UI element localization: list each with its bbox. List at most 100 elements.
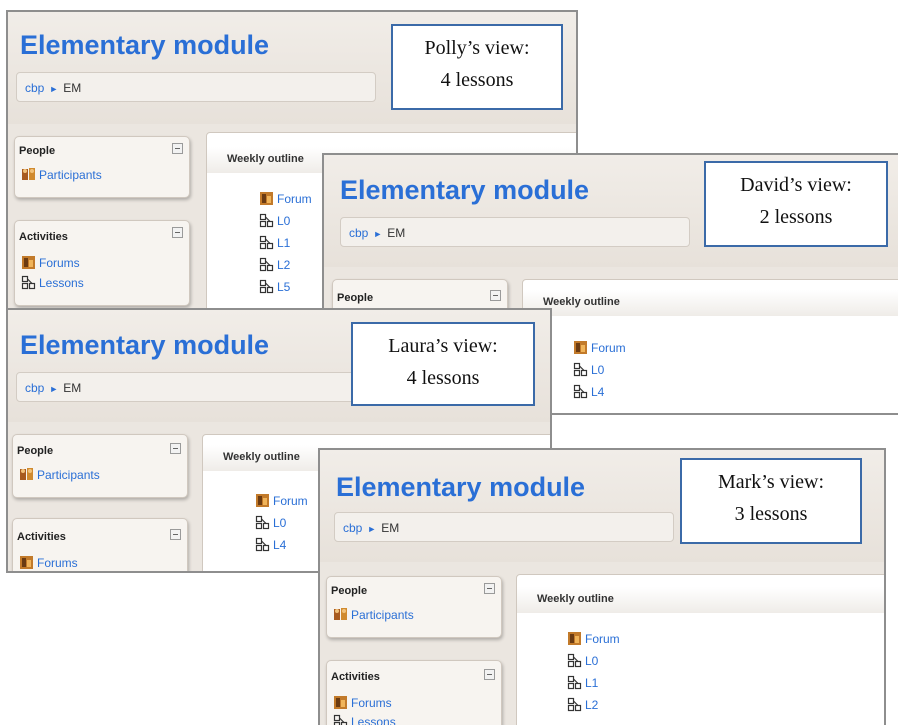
breadcrumb: cbp ► EM (340, 217, 690, 247)
activities-block: Activities Forums (12, 518, 188, 571)
block-title: Activities (331, 671, 380, 683)
outline-lesson-link[interactable]: L1 (259, 235, 290, 250)
view-label-name: Mark’s view: (717, 471, 825, 493)
breadcrumb-current: EM (63, 381, 82, 395)
outline-lesson-link[interactable]: L2 (259, 257, 290, 272)
breadcrumb-arrow-icon: ► (49, 84, 59, 94)
lesson-icon (567, 697, 583, 712)
forum-icon (567, 631, 583, 646)
view-label-count: 3 lessons (734, 503, 808, 525)
laura-view-label: Laura’s view: 4 lessons (351, 322, 535, 406)
page-title: Elementary module (20, 30, 270, 60)
breadcrumb-arrow-icon: ► (373, 229, 383, 239)
block-title: People (331, 585, 368, 597)
block-title: People (337, 292, 374, 304)
breadcrumb-home-link[interactable]: cbp (25, 81, 44, 95)
polly-view-label: Polly’s view: 4 lessons (391, 24, 563, 110)
lesson-icon (573, 362, 589, 377)
mark-view-label: Mark’s view: 3 lessons (680, 458, 862, 544)
outline-lesson-link[interactable]: L4 (255, 537, 286, 552)
weekly-outline-header: Weekly outline (517, 587, 884, 613)
collapse-icon[interactable] (484, 669, 495, 680)
forum-icon (333, 695, 349, 710)
weekly-outline: Weekly outline Forum L0 L4 (522, 279, 898, 413)
block-title: People (17, 445, 54, 457)
page-title: Elementary module (340, 175, 590, 205)
people-block: People Participants (12, 434, 188, 498)
forum-icon (255, 493, 271, 508)
breadcrumb-home-link[interactable]: cbp (25, 381, 44, 395)
breadcrumb-current: EM (381, 521, 400, 535)
weekly-outline: Weekly outline Forum L0 L1 L2 (516, 574, 884, 725)
weekly-outline-header: Weekly outline (523, 290, 898, 316)
breadcrumb-current: EM (63, 81, 82, 95)
lesson-icon (259, 257, 275, 272)
block-title: People (19, 145, 56, 157)
participants-link[interactable]: Participants (333, 607, 414, 622)
david-view-label: David’s view: 2 lessons (704, 161, 888, 247)
outline-lesson-link[interactable]: L0 (573, 362, 604, 377)
lessons-link[interactable]: Lessons (333, 714, 396, 725)
outline-forum-link[interactable]: Forum (259, 191, 312, 206)
breadcrumb-arrow-icon: ► (49, 384, 59, 394)
activities-block: Activities Forums Lessons (14, 220, 190, 306)
forum-icon (259, 191, 275, 206)
participants-icon (333, 607, 349, 622)
block-title: Activities (17, 531, 66, 543)
outline-lesson-link[interactable]: L0 (567, 653, 598, 668)
view-label-name: Polly’s view: (424, 37, 530, 59)
forums-link[interactable]: Forums (21, 255, 80, 270)
participants-link[interactable]: Participants (19, 467, 100, 482)
outline-forum-link[interactable]: Forum (567, 631, 620, 646)
view-label-count: 2 lessons (759, 206, 833, 228)
forum-icon (573, 340, 589, 355)
lessons-link[interactable]: Lessons (21, 275, 84, 290)
breadcrumb-home-link[interactable]: cbp (343, 521, 362, 535)
forum-icon (19, 555, 35, 570)
lesson-icon (21, 275, 37, 290)
mark-view-screenshot: Elementary module cbp ► EM People Particip… (318, 448, 886, 725)
people-block: People Participants (326, 576, 502, 638)
lesson-icon (333, 714, 349, 725)
breadcrumb: cbp ► EM (334, 512, 674, 542)
breadcrumb-home-link[interactable]: cbp (349, 226, 368, 240)
outline-forum-link[interactable]: Forum (255, 493, 308, 508)
outline-lesson-link[interactable]: L1 (567, 675, 598, 690)
collapse-icon[interactable] (172, 227, 183, 238)
view-label-name: David’s view: (740, 174, 852, 196)
lesson-icon (259, 279, 275, 294)
collapse-icon[interactable] (172, 143, 183, 154)
outline-lesson-link[interactable]: L5 (259, 279, 290, 294)
block-title: Activities (19, 231, 68, 243)
people-block: People Participants (14, 136, 190, 198)
forums-link[interactable]: Forums (19, 555, 78, 570)
forum-icon (21, 255, 37, 270)
view-label-count: 4 lessons (406, 367, 480, 389)
lesson-icon (259, 213, 275, 228)
outline-lesson-link[interactable]: L2 (567, 697, 598, 712)
forums-link[interactable]: Forums (333, 695, 392, 710)
outline-lesson-link[interactable]: L0 (259, 213, 290, 228)
collapse-icon[interactable] (170, 443, 181, 454)
breadcrumb: cbp ► EM (16, 372, 356, 402)
page-title: Elementary module (336, 472, 586, 502)
lesson-icon (567, 675, 583, 690)
lesson-icon (255, 537, 271, 552)
breadcrumb: cbp ► EM (16, 72, 376, 102)
lesson-icon (567, 653, 583, 668)
activities-block: Activities Forums Lessons (326, 660, 502, 725)
outline-lesson-link[interactable]: L4 (573, 384, 604, 399)
participants-link[interactable]: Participants (21, 167, 102, 182)
lesson-icon (573, 384, 589, 399)
breadcrumb-arrow-icon: ► (367, 524, 377, 534)
page-title: Elementary module (20, 330, 270, 360)
outline-forum-link[interactable]: Forum (573, 340, 626, 355)
collapse-icon[interactable] (490, 290, 501, 301)
outline-lesson-link[interactable]: L0 (255, 515, 286, 530)
collapse-icon[interactable] (484, 583, 495, 594)
participants-icon (19, 467, 35, 482)
view-label-name: Laura’s view: (388, 335, 498, 357)
lesson-icon (259, 235, 275, 250)
collapse-icon[interactable] (170, 529, 181, 540)
participants-icon (21, 167, 37, 182)
